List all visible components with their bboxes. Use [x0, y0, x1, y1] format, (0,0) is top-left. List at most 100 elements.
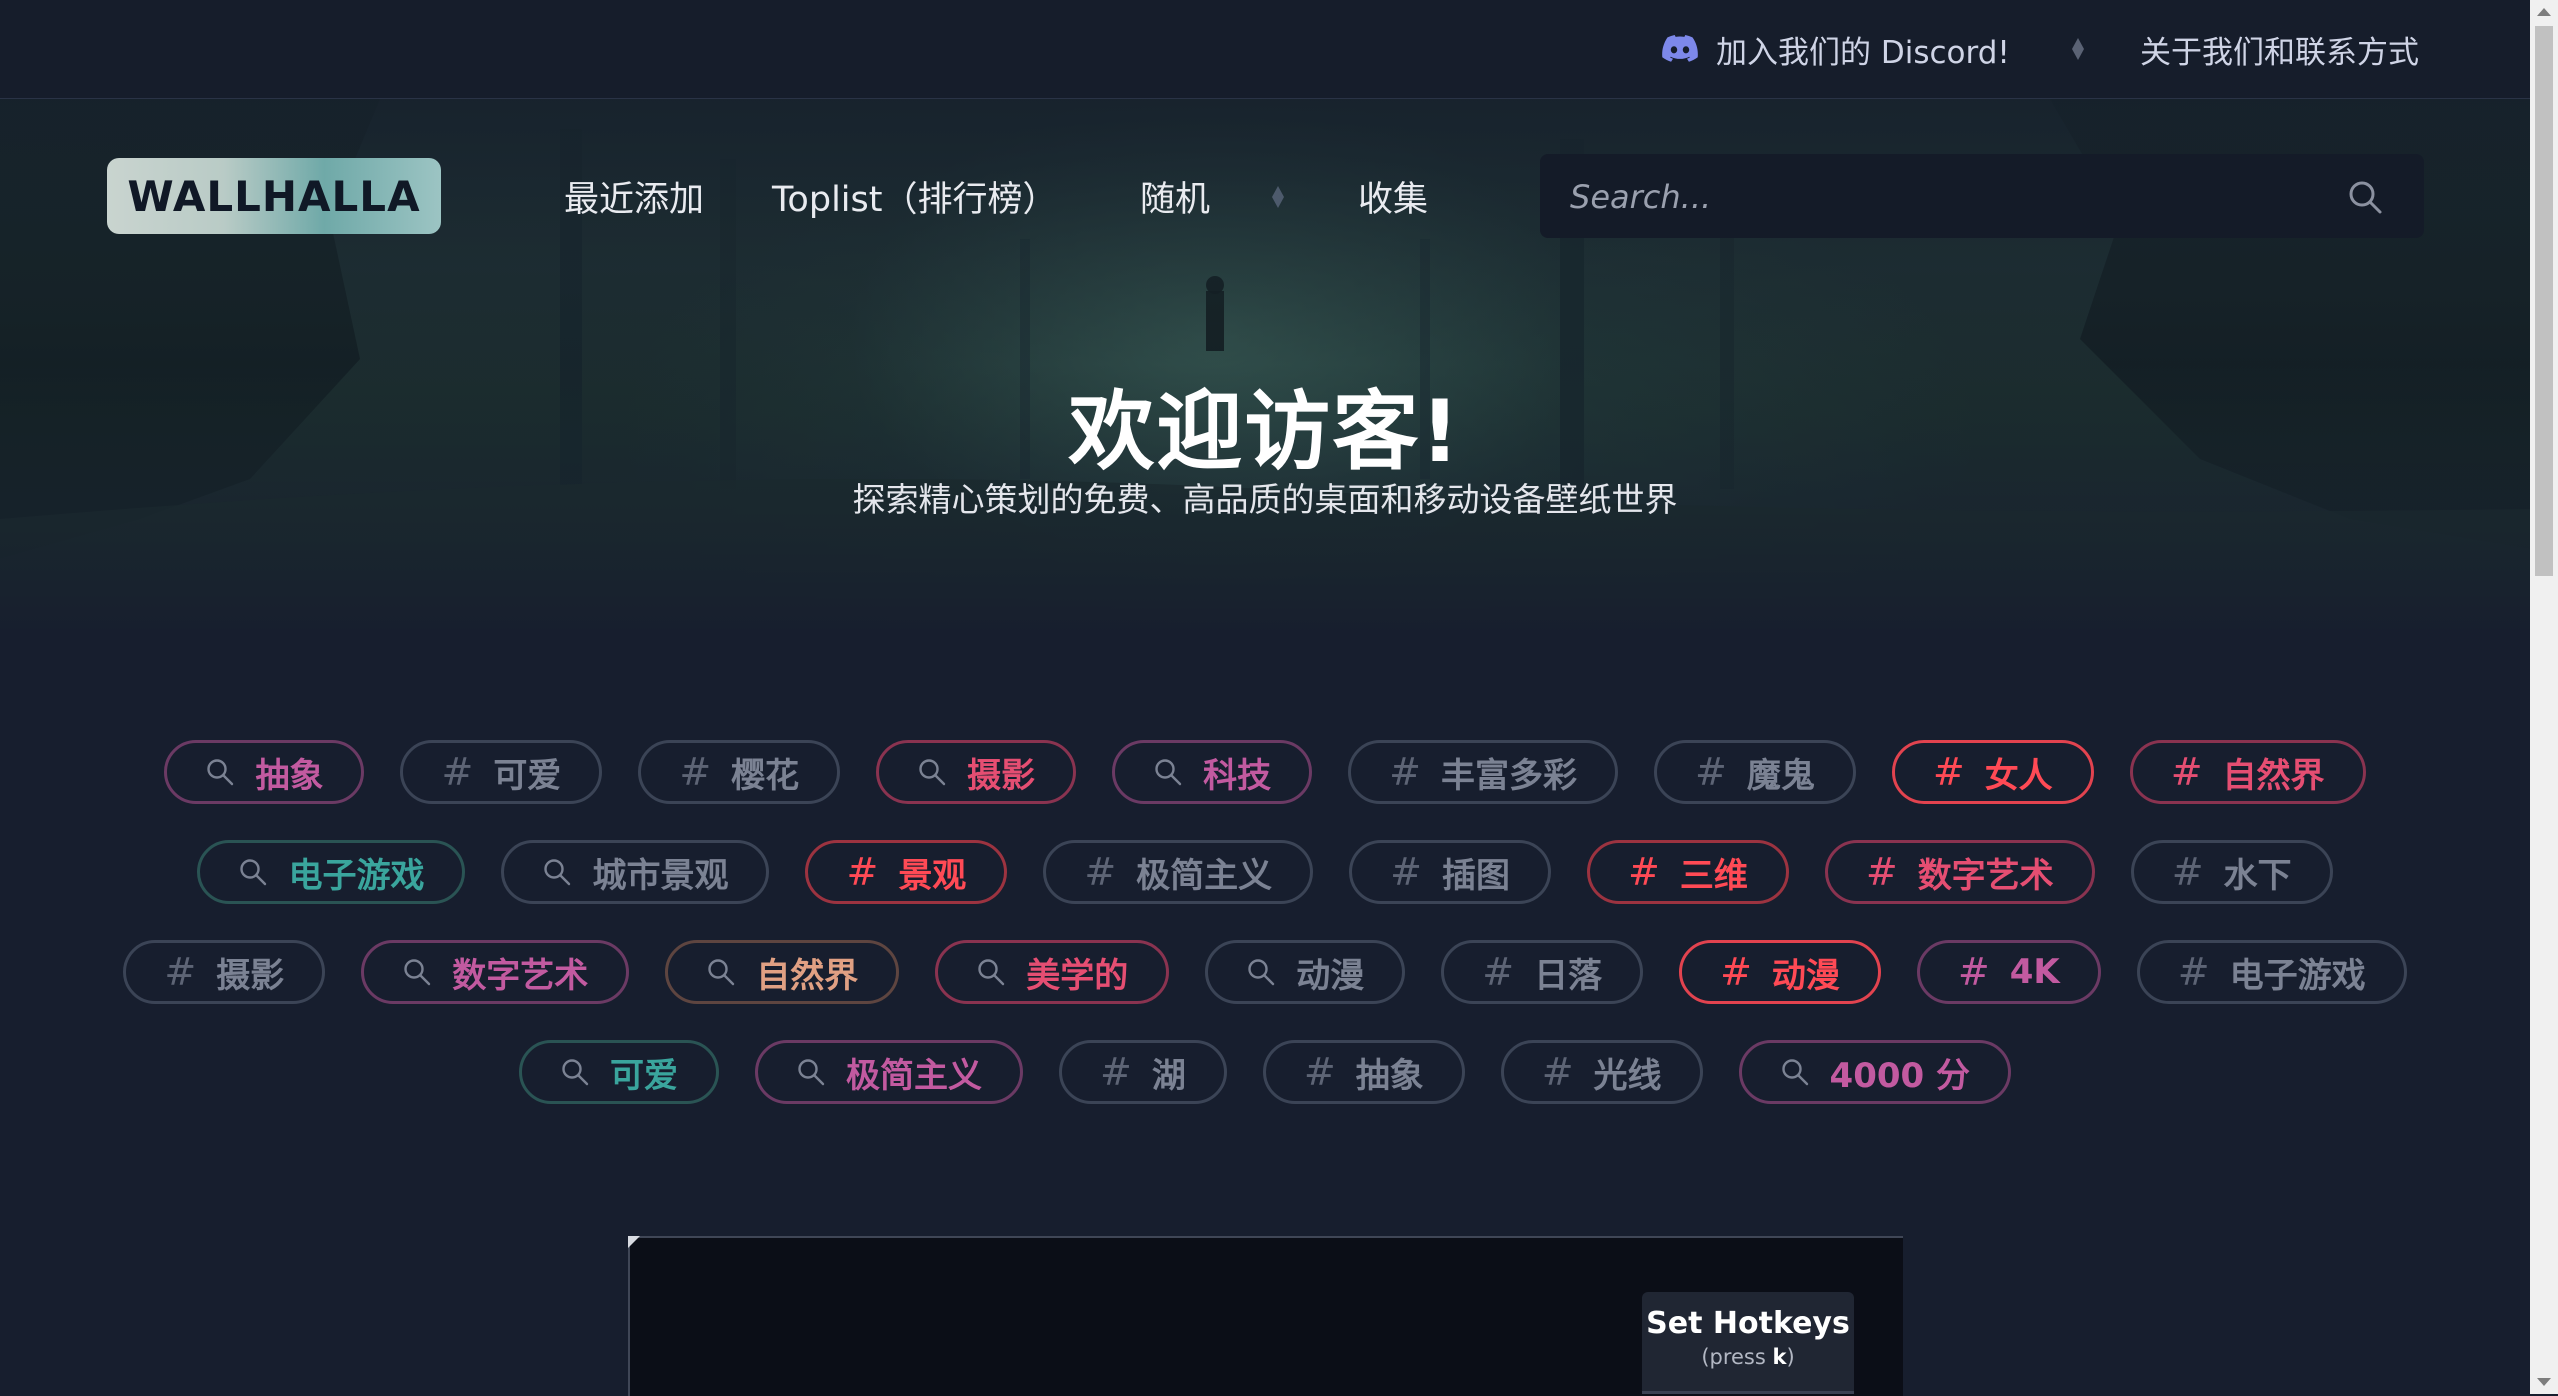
search-box: [1540, 154, 2424, 240]
tag-label: 城市景观: [592, 855, 729, 896]
search-icon: [560, 1057, 590, 1087]
tag-label: 动漫: [1771, 955, 1840, 996]
tag-chip[interactable]: # 可爱: [400, 740, 603, 804]
tag-chip[interactable]: 动漫: [1205, 940, 1406, 1004]
tag-chip[interactable]: 可爱: [519, 1040, 719, 1104]
tag-label: 自然界: [2222, 755, 2325, 796]
tag-chip[interactable]: # 三维: [1587, 840, 1789, 904]
tag-label: 电子游戏: [288, 855, 425, 896]
hash-icon: #: [1482, 950, 1515, 994]
tag-chip[interactable]: # 摄影: [123, 940, 326, 1004]
set-hotkeys-button[interactable]: Set Hotkeys (press k): [1642, 1292, 1854, 1394]
nav-collections[interactable]: 收集: [1358, 168, 1428, 224]
tag-chip[interactable]: # 动漫: [1679, 940, 1881, 1004]
hash-icon: #: [1303, 1050, 1336, 1094]
tag-chip[interactable]: # 日落: [1441, 940, 1644, 1004]
tag-chip[interactable]: # 电子游戏: [2136, 940, 2407, 1004]
search-icon: [1153, 757, 1183, 787]
tag-label: 动漫: [1296, 955, 1365, 996]
hero-subtitle: 探索精心策划的免费、高品质的桌面和移动设备壁纸世界: [852, 480, 1678, 519]
tag-label: 摄影: [967, 755, 1036, 796]
tag-chip[interactable]: 4000 分: [1738, 1040, 2011, 1104]
tag-label: 三维: [1679, 855, 1748, 896]
nav-toplist[interactable]: Toplist（排行榜）: [772, 168, 1057, 224]
tag-label: 抽象: [255, 755, 324, 796]
discord-link[interactable]: 加入我们的 Discord!: [1662, 26, 2010, 72]
tag-label: 插图: [1442, 855, 1510, 896]
tag-label: 科技: [1203, 755, 1272, 796]
tag-chip[interactable]: # 光线: [1500, 1040, 1703, 1104]
tag-chip[interactable]: #4K: [1916, 940, 2101, 1004]
tag-label: 4K: [2009, 952, 2060, 992]
hotkeys-hint: (press k): [1701, 1345, 1795, 1369]
search-icon[interactable]: [2346, 178, 2384, 216]
top-bar: 加入我们的 Discord! 关于我们和联系方式: [0, 0, 2530, 99]
tag-row: 电子游戏 城市景观 # 景观 # 极简主义 # 插图 # 三维 # 数字艺术 # 水下: [0, 840, 2530, 904]
search-icon: [917, 757, 947, 787]
tag-label: 可爱: [493, 755, 562, 796]
tag-chip[interactable]: # 水下: [2130, 840, 2333, 904]
diamond-separator-icon: [2072, 38, 2084, 60]
search-icon: [205, 757, 235, 787]
hash-icon: #: [1932, 750, 1965, 794]
tag-chip[interactable]: # 女人: [1891, 740, 2094, 804]
tag-label: 可爱: [610, 1055, 678, 1096]
hash-icon: #: [1957, 950, 1990, 994]
tag-label: 极简主义: [846, 1055, 982, 1096]
hash-icon: #: [164, 950, 197, 994]
hash-icon: #: [1695, 750, 1727, 794]
about-contact-link[interactable]: 关于我们和联系方式: [2140, 26, 2419, 72]
search-input[interactable]: [1568, 154, 2332, 240]
tag-chip[interactable]: # 丰富多彩: [1348, 740, 1618, 804]
tag-chip[interactable]: # 景观: [805, 840, 1008, 904]
tag-label: 丰富多彩: [1441, 755, 1577, 796]
tag-chip[interactable]: 数字艺术: [361, 940, 630, 1004]
tag-chip[interactable]: # 数字艺术: [1824, 840, 2095, 904]
tag-chip[interactable]: 抽象: [164, 740, 365, 804]
tag-chip[interactable]: # 湖: [1059, 1040, 1227, 1104]
tag-label: 抽象: [1355, 1055, 1424, 1096]
tag-chip[interactable]: 极简主义: [755, 1040, 1023, 1104]
tag-chip[interactable]: 自然界: [665, 940, 900, 1004]
hash-icon: #: [1865, 850, 1898, 894]
tag-label: 极简主义: [1136, 855, 1273, 896]
nav-recently-added[interactable]: 最近添加: [564, 168, 704, 224]
search-icon: [976, 957, 1006, 987]
scroll-down-arrow-icon[interactable]: [2537, 1378, 2551, 1386]
tag-chip[interactable]: # 极简主义: [1043, 840, 1314, 904]
tag-chip[interactable]: # 樱花: [638, 740, 841, 804]
site-logo[interactable]: WALLHALLA: [107, 158, 441, 234]
scrollbar-thumb[interactable]: [2535, 26, 2553, 576]
tag-label: 数字艺术: [452, 955, 589, 996]
tag-label: 美学的: [1026, 955, 1129, 996]
tag-chip[interactable]: 美学的: [935, 940, 1170, 1004]
tag-chip[interactable]: # 抽象: [1262, 1040, 1465, 1104]
hash-icon: #: [1628, 850, 1660, 894]
scroll-up-arrow-icon[interactable]: [2537, 8, 2551, 16]
page-scrollbar[interactable]: [2530, 0, 2558, 1394]
search-icon: [402, 957, 432, 987]
tag-label: 摄影: [216, 955, 285, 996]
panel-corner-marker: [628, 1236, 640, 1248]
hash-icon: #: [2171, 850, 2204, 894]
tag-label: 电子游戏: [2229, 955, 2366, 996]
tag-label: 水下: [2223, 855, 2292, 896]
hotkeys-key: k: [1772, 1345, 1787, 1369]
hash-icon: #: [1100, 1050, 1132, 1094]
diamond-separator-icon: [1272, 186, 1284, 208]
tag-label: 魔鬼: [1746, 755, 1815, 796]
nav-random[interactable]: 随机: [1140, 168, 1210, 224]
tag-chip[interactable]: 摄影: [876, 740, 1077, 804]
tag-chip[interactable]: 科技: [1112, 740, 1313, 804]
tag-chip[interactable]: # 魔鬼: [1654, 740, 1856, 804]
search-icon: [1780, 1057, 1810, 1087]
tag-label: 樱花: [731, 755, 800, 796]
search-icon: [1246, 957, 1276, 987]
tag-chip[interactable]: 城市景观: [501, 840, 770, 904]
tag-chip[interactable]: # 自然界: [2129, 740, 2366, 804]
tag-chip[interactable]: # 插图: [1349, 840, 1551, 904]
hash-icon: #: [2170, 750, 2203, 794]
tag-row: # 摄影 数字艺术 自然界 美学的 动漫 # 日落 # 动漫 #4K # 电子游戏: [0, 940, 2530, 1004]
tag-chip[interactable]: 电子游戏: [197, 840, 466, 904]
hotkeys-title: Set Hotkeys: [1646, 1306, 1850, 1341]
